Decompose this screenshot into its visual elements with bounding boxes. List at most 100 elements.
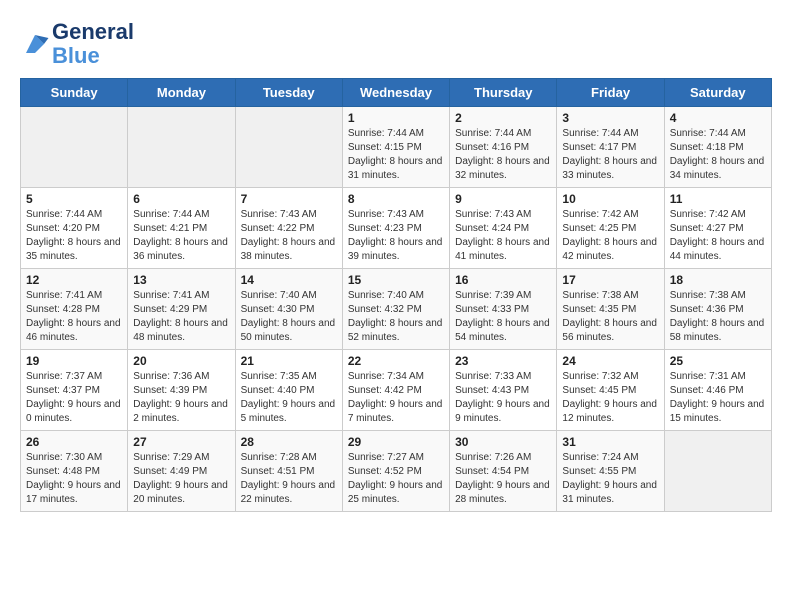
- day-info: Sunrise: 7:38 AM Sunset: 4:35 PM Dayligh…: [562, 289, 658, 345]
- calendar-cell: 1 Sunrise: 7:44 AM Sunset: 4:15 PM Daylig…: [342, 107, 449, 188]
- calendar-cell: 30 Sunrise: 7:26 AM Sunset: 4:54 PM Dayli…: [450, 431, 557, 512]
- calendar-cell: 10 Sunrise: 7:42 AM Sunset: 4:25 PM Dayli…: [557, 188, 664, 269]
- day-info: Sunrise: 7:27 AM Sunset: 4:52 PM Dayligh…: [348, 451, 444, 507]
- day-number: 9: [455, 192, 551, 206]
- weekday-header-sunday: Sunday: [21, 79, 128, 107]
- calendar-cell: 8Sunrise: 7:43 AM Sunset: 4:23 PM Daylig…: [342, 188, 449, 269]
- day-number: 31: [562, 435, 658, 449]
- calendar-cell: 3 Sunrise: 7:44 AM Sunset: 4:17 PM Daylig…: [557, 107, 664, 188]
- day-info: Sunrise: 7:44 AM Sunset: 4:21 PM Dayligh…: [133, 208, 229, 264]
- day-number: 3: [562, 111, 658, 125]
- calendar-cell: 21 Sunrise: 7:35 AM Sunset: 4:40 PM Dayli…: [235, 350, 342, 431]
- weekday-header-tuesday: Tuesday: [235, 79, 342, 107]
- day-info: Sunrise: 7:24 AM Sunset: 4:55 PM Dayligh…: [562, 451, 658, 507]
- day-info: Sunrise: 7:29 AM Sunset: 4:49 PM Dayligh…: [133, 451, 229, 507]
- calendar-cell: 11 Sunrise: 7:42 AM Sunset: 4:27 PM Dayli…: [664, 188, 771, 269]
- calendar-cell: 24Sunrise: 7:32 AM Sunset: 4:45 PM Dayli…: [557, 350, 664, 431]
- calendar-cell: 23 Sunrise: 7:33 AM Sunset: 4:43 PM Dayli…: [450, 350, 557, 431]
- logo: General Blue: [20, 20, 134, 68]
- day-info: Sunrise: 7:35 AM Sunset: 4:40 PM Dayligh…: [241, 370, 337, 426]
- day-number: 23: [455, 354, 551, 368]
- day-number: 5: [26, 192, 122, 206]
- calendar-body: 1 Sunrise: 7:44 AM Sunset: 4:15 PM Daylig…: [21, 107, 772, 512]
- calendar-cell: 15Sunrise: 7:40 AM Sunset: 4:32 PM Dayli…: [342, 269, 449, 350]
- day-number: 10: [562, 192, 658, 206]
- calendar-cell: 22Sunrise: 7:34 AM Sunset: 4:42 PM Dayli…: [342, 350, 449, 431]
- calendar-cell: 7 Sunrise: 7:43 AM Sunset: 4:22 PM Daylig…: [235, 188, 342, 269]
- calendar-cell: 25 Sunrise: 7:31 AM Sunset: 4:46 PM Dayli…: [664, 350, 771, 431]
- day-number: 15: [348, 273, 444, 287]
- day-info: Sunrise: 7:26 AM Sunset: 4:54 PM Dayligh…: [455, 451, 551, 507]
- calendar-cell: 27 Sunrise: 7:29 AM Sunset: 4:49 PM Dayli…: [128, 431, 235, 512]
- day-info: Sunrise: 7:42 AM Sunset: 4:25 PM Dayligh…: [562, 208, 658, 264]
- weekday-header-friday: Friday: [557, 79, 664, 107]
- day-number: 16: [455, 273, 551, 287]
- calendar-cell: 31 Sunrise: 7:24 AM Sunset: 4:55 PM Dayli…: [557, 431, 664, 512]
- weekday-header-row: SundayMondayTuesdayWednesdayThursdayFrid…: [21, 79, 772, 107]
- week-row-3: 19 Sunrise: 7:37 AM Sunset: 4:37 PM Dayli…: [21, 350, 772, 431]
- calendar-cell: 26 Sunrise: 7:30 AM Sunset: 4:48 PM Dayli…: [21, 431, 128, 512]
- day-number: 2: [455, 111, 551, 125]
- calendar-cell: [664, 431, 771, 512]
- day-info: Sunrise: 7:42 AM Sunset: 4:27 PM Dayligh…: [670, 208, 766, 264]
- day-number: 12: [26, 273, 122, 287]
- day-info: Sunrise: 7:44 AM Sunset: 4:20 PM Dayligh…: [26, 208, 122, 264]
- day-number: 25: [670, 354, 766, 368]
- day-number: 21: [241, 354, 337, 368]
- day-number: 19: [26, 354, 122, 368]
- day-info: Sunrise: 7:43 AM Sunset: 4:23 PM Dayligh…: [348, 208, 444, 264]
- day-info: Sunrise: 7:44 AM Sunset: 4:17 PM Dayligh…: [562, 127, 658, 183]
- weekday-header-thursday: Thursday: [450, 79, 557, 107]
- day-info: Sunrise: 7:30 AM Sunset: 4:48 PM Dayligh…: [26, 451, 122, 507]
- day-info: Sunrise: 7:39 AM Sunset: 4:33 PM Dayligh…: [455, 289, 551, 345]
- calendar-cell: 28 Sunrise: 7:28 AM Sunset: 4:51 PM Dayli…: [235, 431, 342, 512]
- calendar-cell: 12 Sunrise: 7:41 AM Sunset: 4:28 PM Dayli…: [21, 269, 128, 350]
- day-info: Sunrise: 7:44 AM Sunset: 4:18 PM Dayligh…: [670, 127, 766, 183]
- calendar-cell: 9 Sunrise: 7:43 AM Sunset: 4:24 PM Daylig…: [450, 188, 557, 269]
- calendar-cell: 6 Sunrise: 7:44 AM Sunset: 4:21 PM Daylig…: [128, 188, 235, 269]
- day-info: Sunrise: 7:41 AM Sunset: 4:29 PM Dayligh…: [133, 289, 229, 345]
- logo-icon: [20, 29, 50, 59]
- week-row-0: 1 Sunrise: 7:44 AM Sunset: 4:15 PM Daylig…: [21, 107, 772, 188]
- day-number: 18: [670, 273, 766, 287]
- calendar-table: SundayMondayTuesdayWednesdayThursdayFrid…: [20, 78, 772, 512]
- day-info: Sunrise: 7:44 AM Sunset: 4:16 PM Dayligh…: [455, 127, 551, 183]
- week-row-2: 12 Sunrise: 7:41 AM Sunset: 4:28 PM Dayli…: [21, 269, 772, 350]
- day-number: 11: [670, 192, 766, 206]
- day-info: Sunrise: 7:31 AM Sunset: 4:46 PM Dayligh…: [670, 370, 766, 426]
- day-info: Sunrise: 7:43 AM Sunset: 4:24 PM Dayligh…: [455, 208, 551, 264]
- day-info: Sunrise: 7:43 AM Sunset: 4:22 PM Dayligh…: [241, 208, 337, 264]
- day-info: Sunrise: 7:40 AM Sunset: 4:30 PM Dayligh…: [241, 289, 337, 345]
- weekday-header-wednesday: Wednesday: [342, 79, 449, 107]
- calendar-cell: 4 Sunrise: 7:44 AM Sunset: 4:18 PM Daylig…: [664, 107, 771, 188]
- day-number: 22: [348, 354, 444, 368]
- calendar-cell: [128, 107, 235, 188]
- day-number: 28: [241, 435, 337, 449]
- calendar-cell: 18Sunrise: 7:38 AM Sunset: 4:36 PM Dayli…: [664, 269, 771, 350]
- day-number: 1: [348, 111, 444, 125]
- header: General Blue: [20, 20, 772, 68]
- day-number: 6: [133, 192, 229, 206]
- day-info: Sunrise: 7:44 AM Sunset: 4:15 PM Dayligh…: [348, 127, 444, 183]
- calendar-cell: 29 Sunrise: 7:27 AM Sunset: 4:52 PM Dayli…: [342, 431, 449, 512]
- day-info: Sunrise: 7:41 AM Sunset: 4:28 PM Dayligh…: [26, 289, 122, 345]
- calendar-cell: 20Sunrise: 7:36 AM Sunset: 4:39 PM Dayli…: [128, 350, 235, 431]
- day-number: 30: [455, 435, 551, 449]
- weekday-header-saturday: Saturday: [664, 79, 771, 107]
- day-number: 7: [241, 192, 337, 206]
- day-number: 17: [562, 273, 658, 287]
- day-info: Sunrise: 7:33 AM Sunset: 4:43 PM Dayligh…: [455, 370, 551, 426]
- calendar-cell: [21, 107, 128, 188]
- day-number: 13: [133, 273, 229, 287]
- week-row-1: 5 Sunrise: 7:44 AM Sunset: 4:20 PM Daylig…: [21, 188, 772, 269]
- day-number: 20: [133, 354, 229, 368]
- calendar-cell: 5 Sunrise: 7:44 AM Sunset: 4:20 PM Daylig…: [21, 188, 128, 269]
- day-number: 27: [133, 435, 229, 449]
- calendar-cell: 2 Sunrise: 7:44 AM Sunset: 4:16 PM Daylig…: [450, 107, 557, 188]
- day-info: Sunrise: 7:28 AM Sunset: 4:51 PM Dayligh…: [241, 451, 337, 507]
- day-number: 29: [348, 435, 444, 449]
- calendar-cell: 13 Sunrise: 7:41 AM Sunset: 4:29 PM Dayli…: [128, 269, 235, 350]
- day-number: 4: [670, 111, 766, 125]
- day-info: Sunrise: 7:37 AM Sunset: 4:37 PM Dayligh…: [26, 370, 122, 426]
- day-number: 26: [26, 435, 122, 449]
